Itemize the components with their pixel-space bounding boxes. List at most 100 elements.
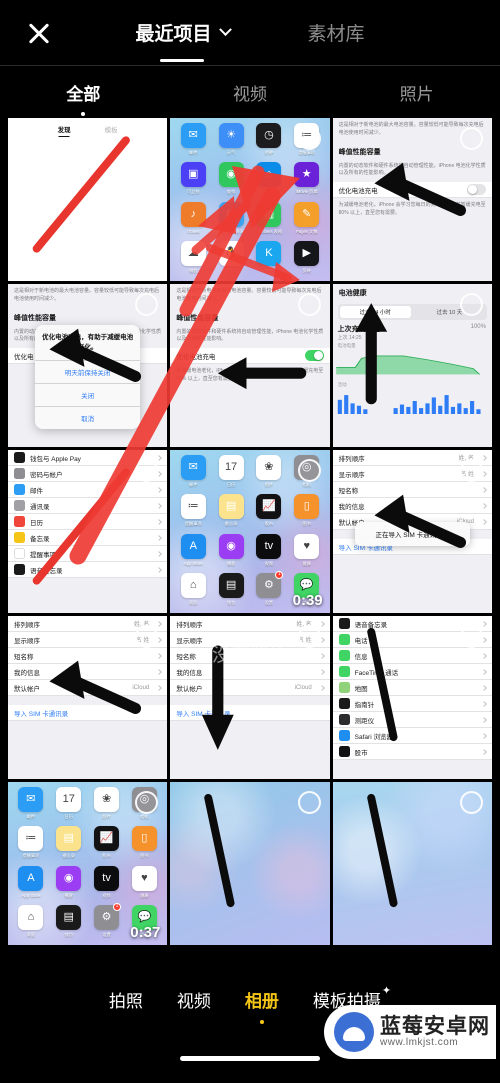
media-grid-item[interactable]: 这是相对于新电池的最大电池容量。容量较低可能导致每次充电后电池使用时间减少。 峰… xyxy=(8,284,168,447)
app-icon-label: 图书 xyxy=(302,521,311,527)
settings-row[interactable]: 地图 xyxy=(332,680,492,696)
importing-toast: 正在导入 SIM 卡通讯录… xyxy=(354,521,470,546)
settings-row[interactable]: 测距仪 xyxy=(332,712,492,728)
settings-row[interactable]: 短名称 xyxy=(170,648,330,664)
optimized-charging-row[interactable]: 优化电池充电 xyxy=(170,348,330,364)
battery-section-body: 内置的动态软件和硬件系统将自动管理性能，iPhone 电池化学性质以及所有的性能… xyxy=(176,328,324,343)
media-grid-item[interactable]: 排列顺序 姓, 名 显示顺序 名 姓 短名称 我的信息 默认帐户 iCloud xyxy=(170,616,330,779)
settings-row[interactable]: Safari 浏览器 xyxy=(332,728,492,744)
selection-circle[interactable] xyxy=(459,127,483,150)
media-grid-item[interactable] xyxy=(332,782,492,945)
settings-row[interactable]: 默认帐户 iCloud xyxy=(8,680,168,696)
filter-tab-video[interactable]: 视频 xyxy=(167,80,334,105)
media-grid-item[interactable]: 语音备忘录 电话 信息 FaceTime 通话 地图 指南针 测距仪 Safar… xyxy=(332,616,492,779)
app-icon: A App Store xyxy=(177,533,209,569)
media-grid-item[interactable]: 排列顺序 姓, 名 显示顺序 名 姓 短名称 我的信息 默认帐户 iCloud xyxy=(332,450,492,613)
media-grid-item[interactable]: 电池健康 过去 24 小时 过去 10 天 上次充满电量 100% 上次 14:… xyxy=(332,284,492,447)
app-icon-label: 剪映 xyxy=(302,267,311,273)
media-grid-item[interactable]: ✉ 邮件 17 日历 ❀ 照片 ◎ 相机 ≔ 提醒事项 ▤ 备忘录 📈 股市 ▯… xyxy=(8,782,168,945)
settings-row[interactable]: 通讯录 xyxy=(8,498,168,514)
settings-row[interactable]: 提醒事项 xyxy=(8,546,168,562)
discover-tab: 发现 xyxy=(58,124,71,134)
media-grid-item[interactable]: ✉ 邮件 ☀ 天气 ◷ 时钟 ≔ 提醒事项 ▣ 可立拍 ◉ 查找 ⌂ Apple… xyxy=(170,118,330,281)
optimized-charging-label: 优化电池充电 xyxy=(338,187,378,195)
selection-circle[interactable] xyxy=(297,459,321,482)
app-icon: ▤ Keynote 讲演 xyxy=(215,201,247,237)
settings-row-label: Safari 浏览器 xyxy=(354,733,393,741)
range-24h[interactable]: 过去 24 小时 xyxy=(339,306,411,318)
settings-row[interactable]: 默认帐户 iCloud xyxy=(170,680,330,696)
selection-circle[interactable] xyxy=(459,791,483,814)
chevron-right-icon xyxy=(481,684,487,691)
optimized-charging-toggle[interactable] xyxy=(466,184,486,195)
settings-row-label: 语音备忘录 xyxy=(354,621,388,629)
selection-circle[interactable] xyxy=(459,459,483,482)
app-icon-label: 提醒事项 xyxy=(184,521,202,527)
app-icon: 🐧 QQ xyxy=(215,240,247,276)
optimized-charging-toggle[interactable] xyxy=(304,350,324,361)
media-grid-item[interactable]: 发现 模板 xyxy=(8,118,168,281)
settings-row[interactable]: 备忘录 xyxy=(8,530,168,546)
app-icon-label: 家庭 xyxy=(189,599,198,605)
filter-tab-photo[interactable]: 照片 xyxy=(333,80,500,105)
battery-footer-text: 为减缓电池老化，iPhone 会学习您每日的充电模式，并暂缓充电至 80% 以上… xyxy=(176,368,324,382)
selection-circle[interactable] xyxy=(297,791,321,814)
settings-row[interactable]: 我的信息 xyxy=(170,664,330,680)
mode-video[interactable]: 视频 xyxy=(177,987,211,1012)
app-icon: ▤ 备忘录 xyxy=(215,494,247,529)
settings-row[interactable]: 股市 xyxy=(332,744,492,760)
segment-material-library[interactable]: 素材库 xyxy=(308,19,365,48)
selection-circle[interactable] xyxy=(459,293,483,316)
app-badge: 1 xyxy=(113,902,122,911)
selection-circle[interactable] xyxy=(297,293,321,316)
app-icon-label: 健康 xyxy=(302,560,311,566)
alert-action-1[interactable]: 关闭 xyxy=(35,383,141,406)
filter-tab-all-label: 全部 xyxy=(66,84,101,104)
segment-library-label: 素材库 xyxy=(307,23,365,45)
settings-row[interactable]: 语音备忘录 xyxy=(8,562,168,578)
chevron-right-icon xyxy=(156,534,163,541)
app-icon: ❀ 照片 xyxy=(253,455,285,490)
segment-recent-projects[interactable]: 最近项目 xyxy=(135,19,232,62)
settings-row[interactable]: 日历 xyxy=(8,514,168,530)
settings-row-label: FaceTime 通话 xyxy=(354,669,399,677)
selection-circle[interactable] xyxy=(459,625,483,648)
settings-row[interactable]: 指南针 xyxy=(332,696,492,712)
app-icon: ✉ 邮件 xyxy=(177,455,209,490)
app-icon-label: 股市 xyxy=(264,521,274,527)
mode-album[interactable]: 相册 xyxy=(245,987,279,1024)
import-sim-contacts-row[interactable]: 导入 SIM 卡通讯录 xyxy=(170,705,330,721)
settings-row[interactable]: FaceTime 通话 xyxy=(332,664,492,680)
settings-row-label: 信息 xyxy=(354,653,368,661)
settings-row-label: 备忘录 xyxy=(30,535,50,543)
filter-tab-all[interactable]: 全部 xyxy=(0,80,167,116)
media-grid-item[interactable]: 这是相对于新电池的最大电池容量。容量较低可能导致每次充电后电池使用时间减少。 峰… xyxy=(170,284,330,447)
selection-circle[interactable] xyxy=(297,625,321,648)
settings-row[interactable]: 邮件 xyxy=(8,482,168,498)
settings-row-icon xyxy=(14,516,25,527)
media-grid-item[interactable]: 这是相对于新电池的最大电池容量。容量较低可能导致每次充电后电池使用时间减少。 峰… xyxy=(332,118,492,281)
app-icon-label: App Store xyxy=(21,892,41,898)
app-icon: 📈 股市 xyxy=(91,826,123,861)
app-icon-label: 日历 xyxy=(64,814,73,819)
chevron-right-icon xyxy=(156,566,163,573)
alert-action-2[interactable]: 取消 xyxy=(35,406,141,429)
settings-row[interactable]: 我的信息 xyxy=(8,664,168,680)
chevron-down-icon[interactable] xyxy=(218,22,232,36)
settings-row[interactable]: 短名称 xyxy=(332,482,492,498)
app-icon-label: 播客 xyxy=(226,560,236,566)
settings-row[interactable]: 信息 xyxy=(332,648,492,664)
mode-photo[interactable]: 拍照 xyxy=(109,987,143,1012)
media-grid-item[interactable] xyxy=(170,782,330,945)
media-grid-item[interactable]: 排列顺序 姓, 名 显示顺序 名 姓 短名称 我的信息 默认帐户 iCloud xyxy=(8,616,168,779)
settings-row[interactable]: 短名称 xyxy=(8,648,168,664)
alert-action-0[interactable]: 明天前保持关闭 xyxy=(35,360,141,383)
optimized-charging-row[interactable]: 优化电池充电 xyxy=(332,182,492,198)
media-grid-item[interactable]: ✉ 邮件 17 日历 ❀ 照片 ◎ 相机 ≔ 提醒事项 ▤ 备忘录 📈 股市 ▯… xyxy=(170,450,330,613)
import-sim-contacts-row[interactable]: 导入 SIM 卡通讯录 xyxy=(8,705,168,721)
import-sim-contacts-label: 导入 SIM 卡通讯录 xyxy=(176,710,231,718)
selection-circle[interactable] xyxy=(297,127,321,150)
settings-row[interactable]: 我的信息 xyxy=(332,498,492,514)
media-grid-item[interactable]: 钱包与 Apple Pay 密码与帐户 邮件 通讯录 日历 备忘录 提醒事项 语… xyxy=(8,450,168,613)
android-robot-icon xyxy=(334,1012,374,1052)
